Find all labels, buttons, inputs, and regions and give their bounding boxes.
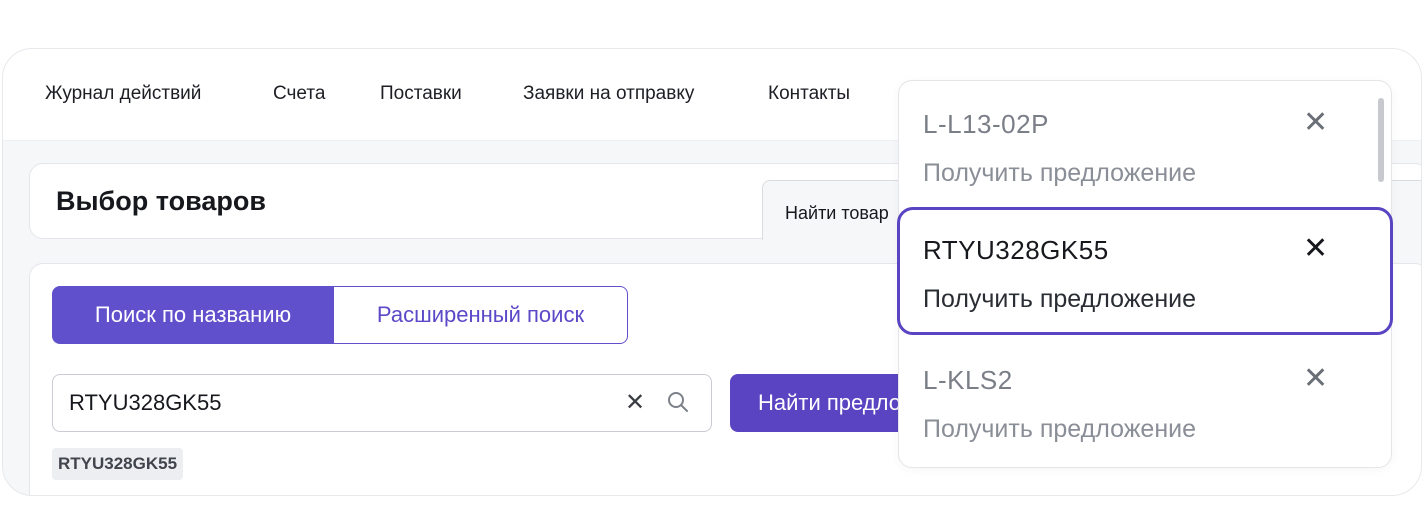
get-offer-link[interactable]: Получить предложение <box>923 415 1196 444</box>
nav-item-contacts[interactable]: Контакты <box>768 83 850 105</box>
suggestion-code: L-L13-02P <box>923 109 1049 139</box>
search-box: ✕ <box>52 374 712 432</box>
close-icon[interactable]: ✕ <box>1303 107 1328 139</box>
nav-item-deliveries[interactable]: Поставки <box>380 83 462 105</box>
tab-find-product-label: Найти товар <box>785 203 889 223</box>
suggestion-code: RTYU328GK55 <box>923 235 1109 265</box>
search-icon[interactable] <box>665 389 691 420</box>
advanced-search-button[interactable]: Расширенный поиск <box>334 286 628 344</box>
page-title: Выбор товаров <box>56 186 266 216</box>
close-icon[interactable]: ✕ <box>625 389 645 417</box>
suggestion-dropdown: L-L13-02P Получить предложение ✕ RTYU328… <box>897 80 1393 468</box>
nav-item-invoices[interactable]: Счета <box>273 83 325 105</box>
suggestion-item[interactable]: L-L13-02P Получить предложение ✕ <box>899 81 1393 209</box>
close-icon[interactable]: ✕ <box>1303 233 1328 265</box>
search-chip[interactable]: RTYU328GK55 <box>52 448 184 480</box>
dropdown-scrollbar[interactable] <box>1378 98 1384 182</box>
get-offer-link[interactable]: Получить предложение <box>923 159 1196 188</box>
search-by-name-button[interactable]: Поиск по названию <box>52 286 334 344</box>
get-offer-link[interactable]: Получить предложение <box>923 285 1196 314</box>
close-icon[interactable]: ✕ <box>1303 363 1328 395</box>
search-mode-toggle: Поиск по названию Расширенный поиск <box>52 286 628 344</box>
suggestion-code: L-KLS2 <box>923 365 1013 395</box>
search-input[interactable] <box>69 375 609 430</box>
nav-item-action-log[interactable]: Журнал действий <box>45 83 201 105</box>
suggestion-item-selected[interactable]: RTYU328GK55 Получить предложение ✕ <box>897 207 1393 335</box>
suggestion-item[interactable]: L-KLS2 Получить предложение ✕ <box>899 337 1393 465</box>
nav-item-shipping-requests[interactable]: Заявки на отправку <box>523 83 694 105</box>
